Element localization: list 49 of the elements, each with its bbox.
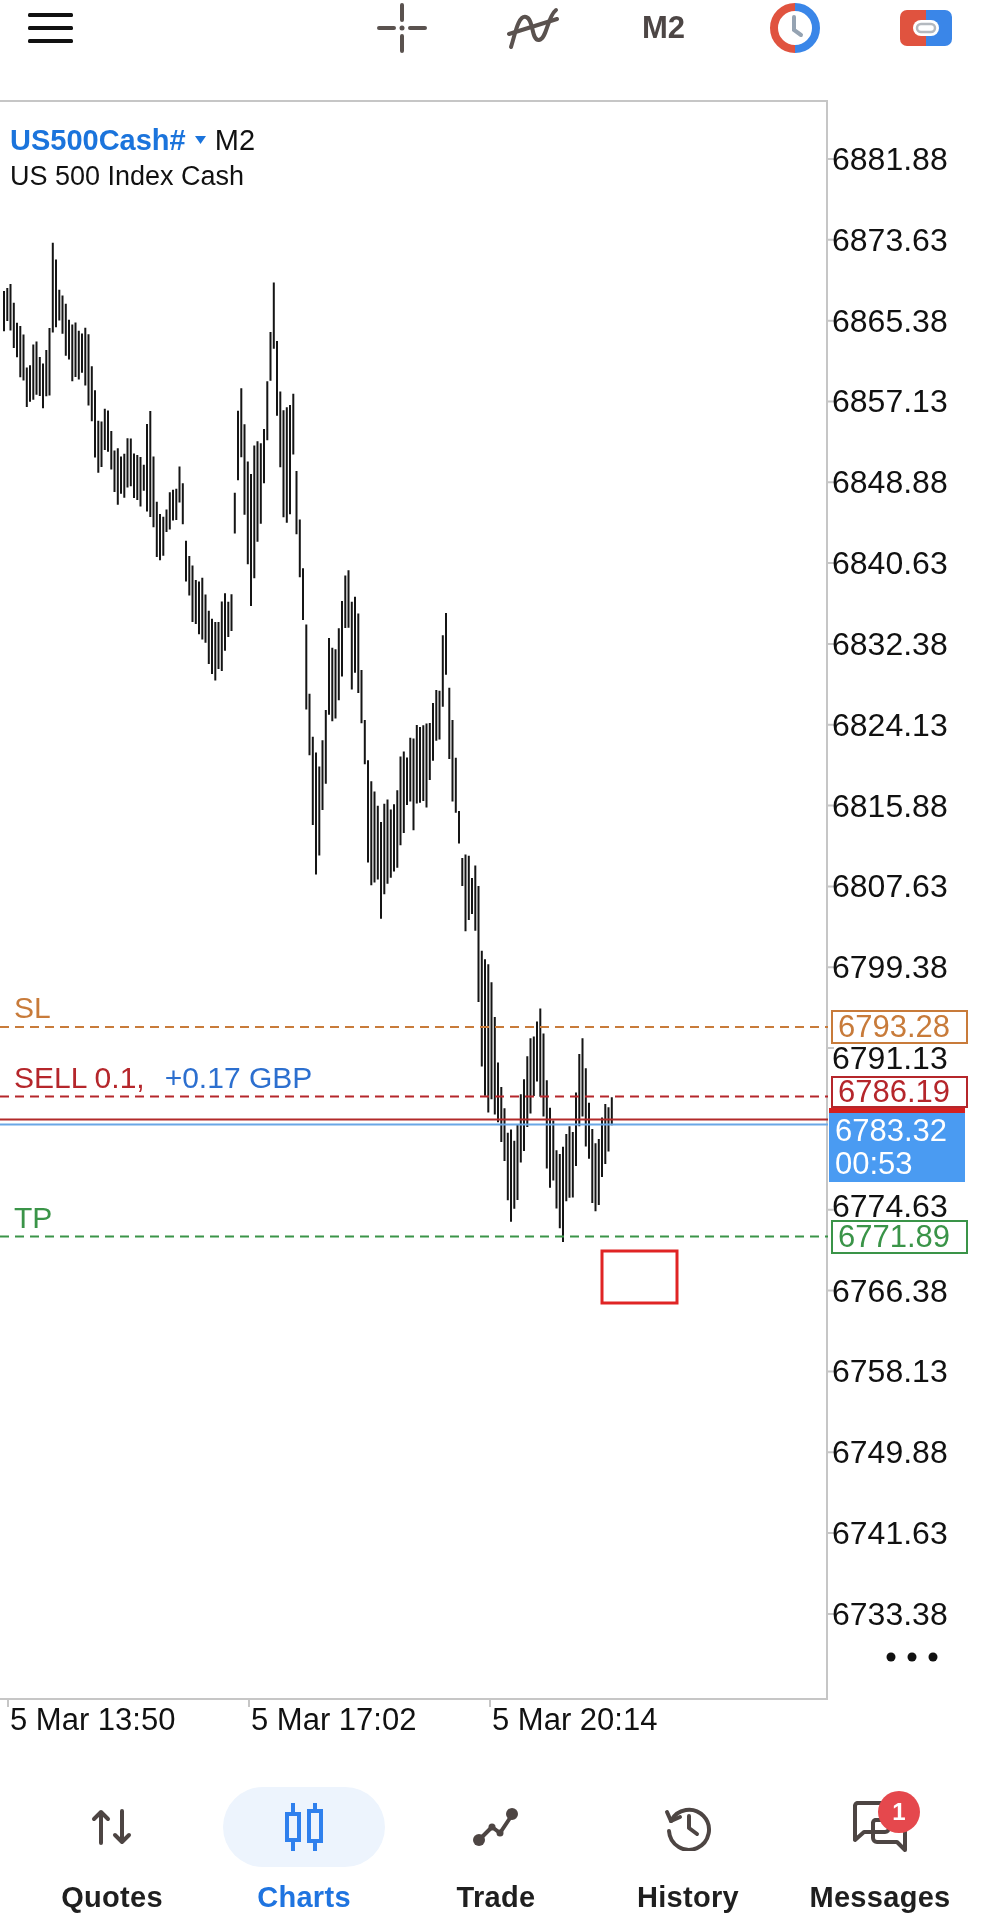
time-axis-label: 5 Mar 13:50: [10, 1702, 176, 1738]
timeframe-button[interactable]: M2: [641, 10, 686, 46]
more-icon[interactable]: [886, 1652, 938, 1662]
current-price: 6783.32: [835, 1113, 949, 1147]
crosshair-icon[interactable]: [376, 3, 427, 53]
price-axis-label: 6807.63: [832, 873, 948, 900]
price-axis-label: 6873.63: [832, 226, 948, 253]
price-axis-label: 6848.88: [832, 469, 948, 496]
level-label: TP: [14, 1199, 53, 1236]
menu-icon[interactable]: [28, 13, 73, 43]
symbol-selector[interactable]: US500Cash#: [10, 122, 186, 158]
nav-tab[interactable]: Messages 1: [784, 1760, 976, 1920]
price-axis-label: 6758.13: [832, 1358, 948, 1385]
nav-tab[interactable]: Quotes: [16, 1760, 208, 1920]
price-axis-label: 6840.63: [832, 550, 948, 577]
price-axis-label: 6857.13: [832, 388, 948, 415]
price-axis-label: 6824.13: [832, 711, 948, 738]
price-axis-label: 6799.38: [832, 954, 948, 981]
level-price-tag: 6786.19: [831, 1075, 968, 1108]
level-label: SELL 0.1,: [14, 1059, 145, 1096]
price-axis-label: 6791.13: [832, 1045, 948, 1072]
price-axis-label: 6865.38: [832, 307, 948, 334]
level-price-tag: 6771.89: [831, 1219, 968, 1254]
profit-label: +0.17 GBP: [164, 1059, 313, 1096]
wave-icon[interactable]: [505, 5, 560, 51]
symbol-description: US 500 Index Cash: [10, 160, 246, 193]
timeframe-label: M2: [214, 123, 255, 158]
price-axis-label: 6749.88: [832, 1439, 948, 1466]
price-axis-label: 6881.88: [832, 146, 948, 172]
time-axis-label: 5 Mar 17:02: [251, 1702, 417, 1738]
price-axis-label: 6766.38: [832, 1277, 948, 1304]
bar-countdown: 00:53: [835, 1146, 914, 1180]
price-axis-label: 6815.88: [832, 792, 948, 819]
price-axis-label: 6741.63: [832, 1520, 948, 1547]
level-label: SL: [14, 990, 51, 1027]
nav-tab[interactable]: Charts: [208, 1760, 400, 1920]
nav-tab[interactable]: Trade: [400, 1760, 592, 1920]
caret-icon[interactable]: [194, 136, 206, 144]
toggle-icon[interactable]: [899, 10, 952, 46]
unread-count-badge: 1: [878, 1791, 920, 1833]
time-axis-label: 5 Mar 20:14: [492, 1702, 658, 1738]
price-axis-label: 6832.38: [832, 630, 948, 657]
level-price-tag: 6793.28: [831, 1010, 968, 1045]
line-graph-icon[interactable]: [472, 1807, 520, 1847]
nav-tab[interactable]: History: [592, 1760, 784, 1920]
price-axis-label: 6774.63: [832, 1192, 948, 1219]
clock-icon[interactable]: [768, 2, 821, 54]
arrows-icon[interactable]: [91, 1809, 133, 1845]
price-axis-label: 6733.38: [832, 1600, 948, 1627]
